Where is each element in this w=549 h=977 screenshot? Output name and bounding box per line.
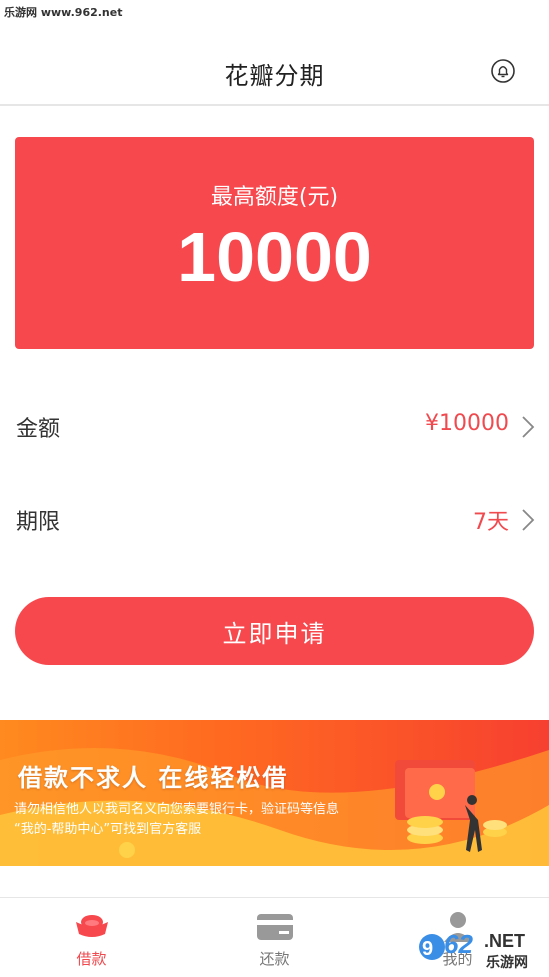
svg-text:62: 62 — [444, 929, 473, 959]
svg-text:.NET: .NET — [484, 931, 525, 951]
quota-label: 最高额度(元) — [210, 185, 339, 210]
amount-row[interactable]: 金额 ¥10000 — [0, 397, 549, 457]
card-icon — [257, 914, 293, 940]
banner-notice-line: 请勿相信他人以我司名义向您索要银行卡，验证码等信息 — [14, 802, 340, 817]
tab-label: 还款 — [259, 950, 290, 968]
svg-text:9: 9 — [422, 938, 433, 960]
term-value: 7天 — [473, 510, 509, 535]
chevron-right-icon — [522, 416, 535, 438]
ingot-icon — [76, 915, 108, 937]
tab-loan[interactable]: 借款 — [0, 898, 183, 977]
svg-text:乐游网: 乐游网 — [486, 954, 528, 971]
tab-label: 借款 — [76, 950, 107, 968]
quota-card: 最高额度(元) 10000 — [15, 137, 534, 349]
banner-notice-line: “我的-帮助中心”可找到官方客服 — [14, 822, 202, 837]
chevron-right-icon — [522, 509, 535, 531]
app-header: 花瓣分期 — [0, 0, 549, 106]
term-label: 期限 — [16, 510, 61, 535]
amount-label: 金额 — [16, 417, 61, 442]
banner-title: 借款不求人 在线轻松借 — [18, 764, 289, 792]
amount-value: ¥10000 — [425, 411, 509, 436]
apply-button[interactable]: 立即申请 — [15, 597, 534, 665]
quota-value: 10000 — [177, 218, 372, 296]
tab-repay[interactable]: 还款 — [183, 898, 366, 977]
brand-watermark-logo: 9 62 .NET 乐游网 — [419, 929, 528, 971]
page-title: 花瓣分期 — [224, 62, 325, 90]
banner-background-illustration — [0, 748, 549, 866]
term-row[interactable]: 期限 7天 — [0, 490, 549, 550]
notification-button[interactable] — [490, 58, 516, 84]
promo-banner[interactable]: 借款不求人 在线轻松借 请勿相信他人以我司名义向您索要银行卡，验证码等信息 “我… — [0, 720, 549, 866]
bell-icon — [491, 59, 515, 83]
